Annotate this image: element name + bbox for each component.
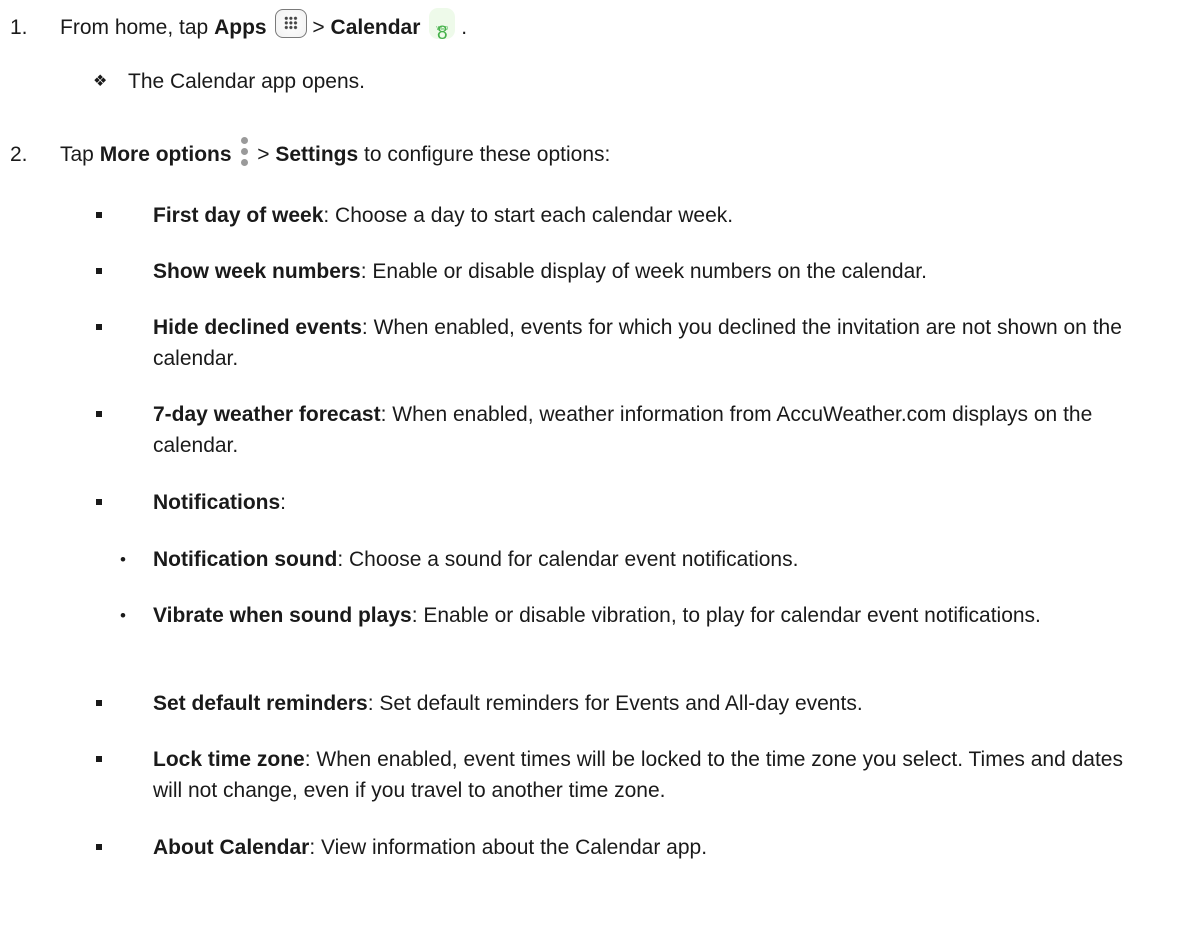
step-text: Tap More options > Settings to configure… <box>60 135 610 175</box>
more-options-icon <box>239 137 249 167</box>
dot-bullet-icon: • <box>120 606 126 625</box>
square-bullet-icon <box>96 499 102 505</box>
step-1-result: ❖ The Calendar app opens. <box>0 65 1177 99</box>
more-options-label: More options <box>99 143 232 166</box>
step-2: 2. Tap More options > Settings to config… <box>0 135 1177 175</box>
square-bullet-icon <box>96 756 102 762</box>
settings-label: Settings <box>275 143 359 166</box>
square-bullet-icon <box>96 700 102 706</box>
step-number: 1. <box>10 16 28 39</box>
diamond-bullet-icon: ❖ <box>93 73 108 90</box>
result-text: The Calendar app opens. <box>128 70 365 93</box>
apps-icon <box>275 9 308 38</box>
step-text: From home, tap Apps > Calendar WED 8. <box>60 8 467 48</box>
step-1: 1. From home, tap Apps > Calendar WED 8. <box>0 8 1177 48</box>
apps-label: Apps <box>214 16 267 39</box>
square-bullet-icon <box>96 411 102 417</box>
step-number: 2. <box>10 143 28 166</box>
dot-bullet-icon: • <box>120 550 126 569</box>
square-bullet-icon <box>96 844 102 850</box>
calendar-label: Calendar <box>330 16 421 39</box>
square-bullet-icon <box>96 324 102 330</box>
square-bullet-icon <box>96 268 102 274</box>
calendar-app-icon: WED 8 <box>429 8 456 44</box>
square-bullet-icon <box>96 212 102 218</box>
